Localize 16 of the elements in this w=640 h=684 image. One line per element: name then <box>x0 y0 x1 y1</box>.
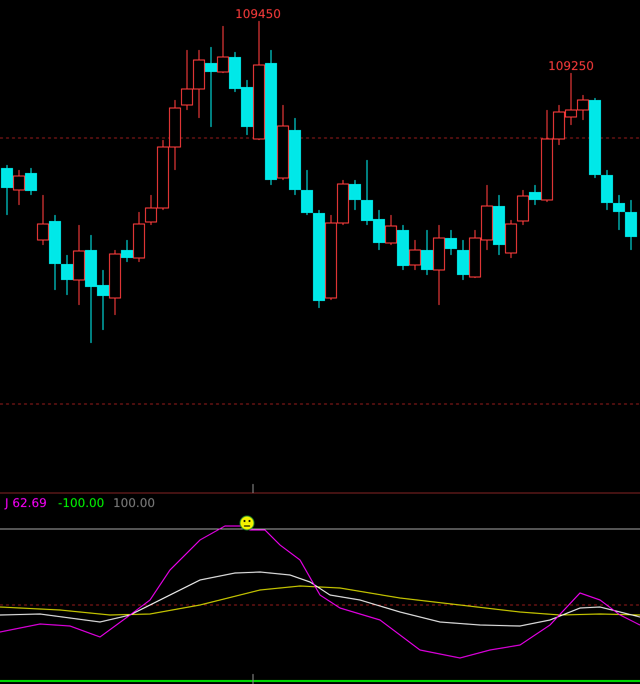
candlestick <box>169 100 181 170</box>
candlestick <box>613 194 625 230</box>
indicator-reading: 100.00 <box>113 496 155 510</box>
candlestick <box>469 230 481 278</box>
candlestick <box>229 52 241 92</box>
smiley-icon <box>240 516 254 530</box>
candlestick <box>625 200 637 250</box>
high-price-label: 109250 <box>548 59 594 73</box>
indicator-reading: J 62.69 <box>5 496 47 510</box>
candlestick <box>1 164 13 216</box>
candlestick <box>13 170 25 206</box>
candlestick <box>181 50 193 110</box>
high-price-label: 109450 <box>235 7 281 21</box>
candlestick <box>481 184 493 250</box>
candlestick <box>193 50 205 118</box>
indicator-reading: -100.00 <box>58 496 104 510</box>
